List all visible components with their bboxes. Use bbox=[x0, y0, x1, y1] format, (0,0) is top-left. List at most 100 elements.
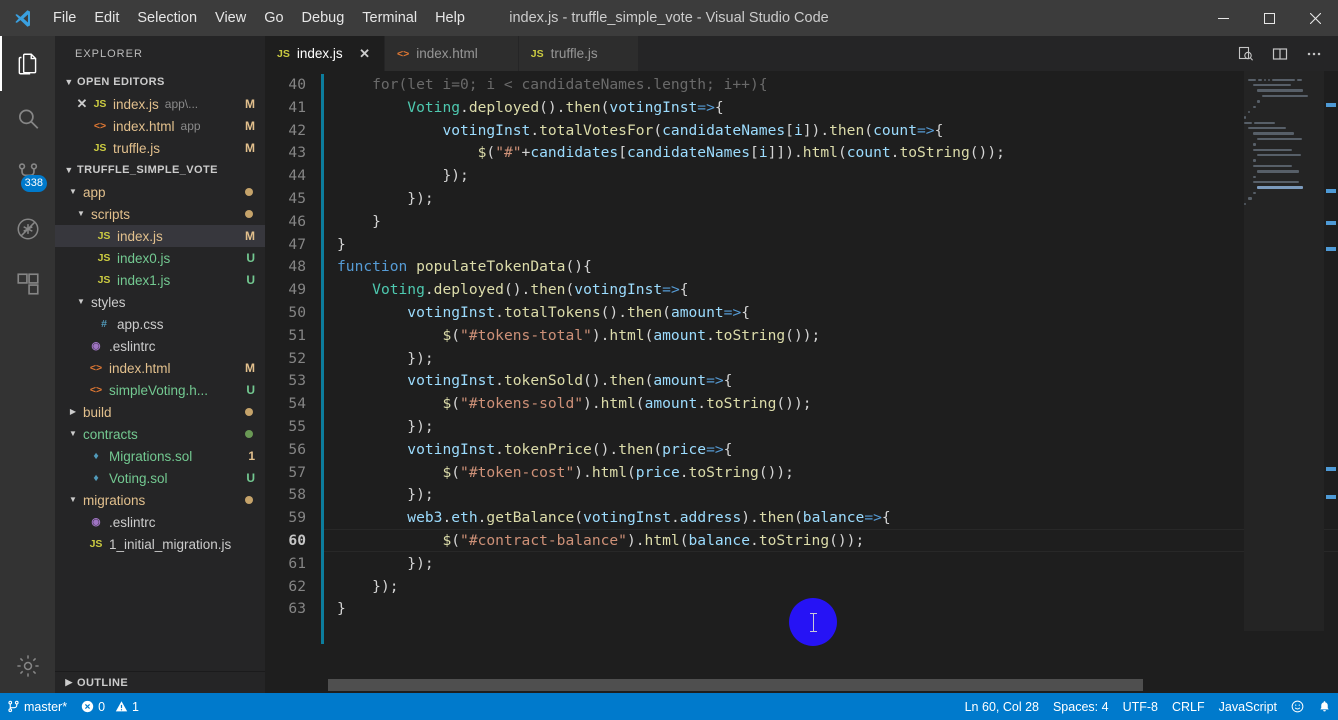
menu-selection[interactable]: Selection bbox=[128, 0, 206, 36]
code-line[interactable]: function populateTokenData(){ bbox=[337, 256, 1338, 279]
chevron-down-icon[interactable]: ▼ bbox=[67, 423, 79, 445]
code-line[interactable]: votingInst.totalVotesFor(candidateNames[… bbox=[337, 120, 1338, 143]
section-project-root[interactable]: ▼ TRUFFLE_SIMPLE_VOTE bbox=[55, 159, 265, 181]
code-line[interactable]: votingInst.tokenPrice().then(price=>{ bbox=[337, 439, 1338, 462]
chevron-right-icon[interactable]: ▶ bbox=[67, 401, 79, 423]
code-line[interactable]: votingInst.totalTokens().then(amount=>{ bbox=[337, 302, 1338, 325]
js-file-icon: JS bbox=[97, 274, 111, 286]
more-actions-icon[interactable] bbox=[1300, 36, 1328, 71]
code-editor[interactable]: 40 41 42 43 44 45 46 47 48 49 50 51 52 53 54 55 56 57 58 59… bbox=[265, 71, 1338, 693]
tree-item-app-css[interactable]: # app.css bbox=[55, 313, 265, 335]
status-eol[interactable]: CRLF bbox=[1165, 693, 1212, 720]
open-editor-index-js[interactable]: ✕ JS index.js app\... M bbox=[55, 93, 265, 115]
tree-item--eslintrc[interactable]: ◉ .eslintrc bbox=[55, 511, 265, 533]
tab-index-html[interactable]: <> index.html ✕ bbox=[385, 36, 519, 71]
section-open-editors[interactable]: ▼ OPEN EDITORS bbox=[55, 71, 265, 93]
chevron-down-icon[interactable]: ▼ bbox=[75, 203, 87, 225]
maximize-button[interactable] bbox=[1246, 0, 1292, 36]
code-line[interactable]: } bbox=[337, 211, 1338, 234]
file-name: index.html bbox=[113, 118, 175, 134]
tree-item-voting-sol[interactable]: ♦ Voting.sol U bbox=[55, 467, 265, 489]
code-line[interactable]: $("#token-cost").html(price.toString()); bbox=[337, 462, 1338, 485]
code-content[interactable]: for(let i=0; i < candidateNames.length; … bbox=[324, 71, 1338, 693]
close-icon[interactable]: ✕ bbox=[357, 46, 373, 62]
horizontal-scrollbar[interactable] bbox=[265, 679, 1244, 691]
tree-item-migrations[interactable]: ▼ migrations bbox=[55, 489, 265, 511]
code-line[interactable]: for(let i=0; i < candidateNames.length; … bbox=[337, 74, 1338, 97]
split-editor-icon[interactable] bbox=[1266, 36, 1294, 71]
status-problems[interactable]: 0 1 bbox=[74, 693, 146, 720]
tree-item-scripts[interactable]: ▼ scripts bbox=[55, 203, 265, 225]
tree-item-index1-js[interactable]: JS index1.js U bbox=[55, 269, 265, 291]
tree-item-app[interactable]: ▼ app bbox=[55, 181, 265, 203]
chevron-down-icon[interactable]: ▼ bbox=[67, 489, 79, 511]
horizontal-scrollbar-thumb[interactable] bbox=[328, 679, 1143, 691]
activity-search[interactable] bbox=[0, 91, 55, 146]
menu-file[interactable]: File bbox=[44, 0, 85, 36]
code-line[interactable]: Voting.deployed().then(votingInst=>{ bbox=[337, 279, 1338, 302]
code-line[interactable]: $("#tokens-total").html(amount.toString(… bbox=[337, 325, 1338, 348]
menu-view[interactable]: View bbox=[206, 0, 255, 36]
code-line[interactable]: $("#"+candidates[candidateNames[i]]).htm… bbox=[337, 142, 1338, 165]
code-line[interactable]: }); bbox=[337, 576, 1338, 599]
status-encoding[interactable]: UTF-8 bbox=[1116, 693, 1165, 720]
minimap[interactable] bbox=[1244, 71, 1324, 693]
line-number: 48 bbox=[288, 258, 306, 276]
close-icon[interactable]: ✕ bbox=[73, 96, 91, 112]
minimap-slider[interactable] bbox=[1244, 71, 1324, 631]
section-outline[interactable]: ▶ OUTLINE bbox=[55, 671, 265, 693]
tree-item-1-initial-migration-js[interactable]: JS 1_initial_migration.js bbox=[55, 533, 265, 555]
status-cursor-position[interactable]: Ln 60, Col 28 bbox=[958, 693, 1046, 720]
activity-explorer[interactable] bbox=[0, 36, 55, 91]
menu-go[interactable]: Go bbox=[255, 0, 292, 36]
open-editor-truffle-js[interactable]: JS truffle.js M bbox=[55, 137, 265, 159]
code-line[interactable]: $("#contract-balance").html(balance.toSt… bbox=[337, 530, 1338, 553]
tree-item-build[interactable]: ▶ build bbox=[55, 401, 265, 423]
tab-index-js[interactable]: JS index.js ✕ bbox=[265, 36, 385, 71]
code-line[interactable]: $("#tokens-sold").html(amount.toString()… bbox=[337, 393, 1338, 416]
open-changes-icon[interactable] bbox=[1232, 36, 1260, 71]
status-language-mode[interactable]: JavaScript bbox=[1212, 693, 1284, 720]
editor-scrollbar[interactable] bbox=[1324, 71, 1338, 693]
activity-source-control[interactable]: 338 bbox=[0, 146, 55, 201]
tree-item-contracts[interactable]: ▼ contracts bbox=[55, 423, 265, 445]
code-line[interactable]: }); bbox=[337, 553, 1338, 576]
code-line[interactable]: }); bbox=[337, 188, 1338, 211]
tab-truffle-js[interactable]: JS truffle.js ✕ bbox=[518, 36, 639, 71]
html-file-icon: <> bbox=[89, 362, 103, 374]
tree-item-simplevoting-h-[interactable]: <> simpleVoting.h... U bbox=[55, 379, 265, 401]
click-indicator bbox=[789, 598, 837, 646]
status-branch[interactable]: master* bbox=[0, 693, 74, 720]
activity-settings[interactable] bbox=[0, 638, 55, 693]
chevron-down-icon[interactable]: ▼ bbox=[75, 291, 87, 313]
warning-count: 1 bbox=[132, 699, 139, 714]
menu-debug[interactable]: Debug bbox=[293, 0, 354, 36]
code-line[interactable]: web3.eth.getBalance(votingInst.address).… bbox=[337, 507, 1338, 530]
code-line[interactable]: }); bbox=[337, 165, 1338, 188]
activity-extensions[interactable] bbox=[0, 256, 55, 311]
menu-edit[interactable]: Edit bbox=[85, 0, 128, 36]
tree-item-migrations-sol[interactable]: ♦ Migrations.sol 1 bbox=[55, 445, 265, 467]
tree-item-index-js[interactable]: JS index.js M bbox=[55, 225, 265, 247]
menu-terminal[interactable]: Terminal bbox=[353, 0, 426, 36]
minimize-button[interactable] bbox=[1200, 0, 1246, 36]
close-button[interactable] bbox=[1292, 0, 1338, 36]
tree-item-index-html[interactable]: <> index.html M bbox=[55, 357, 265, 379]
code-line[interactable]: } bbox=[337, 234, 1338, 257]
chevron-down-icon[interactable]: ▼ bbox=[67, 181, 79, 203]
code-line[interactable]: Voting.deployed().then(votingInst=>{ bbox=[337, 97, 1338, 120]
code-line[interactable]: }); bbox=[337, 484, 1338, 507]
code-line[interactable]: } bbox=[337, 598, 1338, 621]
tree-item-styles[interactable]: ▼ styles bbox=[55, 291, 265, 313]
status-feedback[interactable] bbox=[1284, 693, 1311, 720]
tree-item-index0-js[interactable]: JS index0.js U bbox=[55, 247, 265, 269]
tree-item--eslintrc[interactable]: ◉ .eslintrc bbox=[55, 335, 265, 357]
code-line[interactable]: }); bbox=[337, 348, 1338, 371]
code-line[interactable]: }); bbox=[337, 416, 1338, 439]
activity-debug[interactable] bbox=[0, 201, 55, 256]
open-editor-index-html[interactable]: <> index.html app M bbox=[55, 115, 265, 137]
status-indentation[interactable]: Spaces: 4 bbox=[1046, 693, 1116, 720]
menu-help[interactable]: Help bbox=[426, 0, 474, 36]
status-notifications[interactable] bbox=[1311, 693, 1338, 720]
code-line[interactable]: votingInst.tokenSold().then(amount=>{ bbox=[337, 370, 1338, 393]
